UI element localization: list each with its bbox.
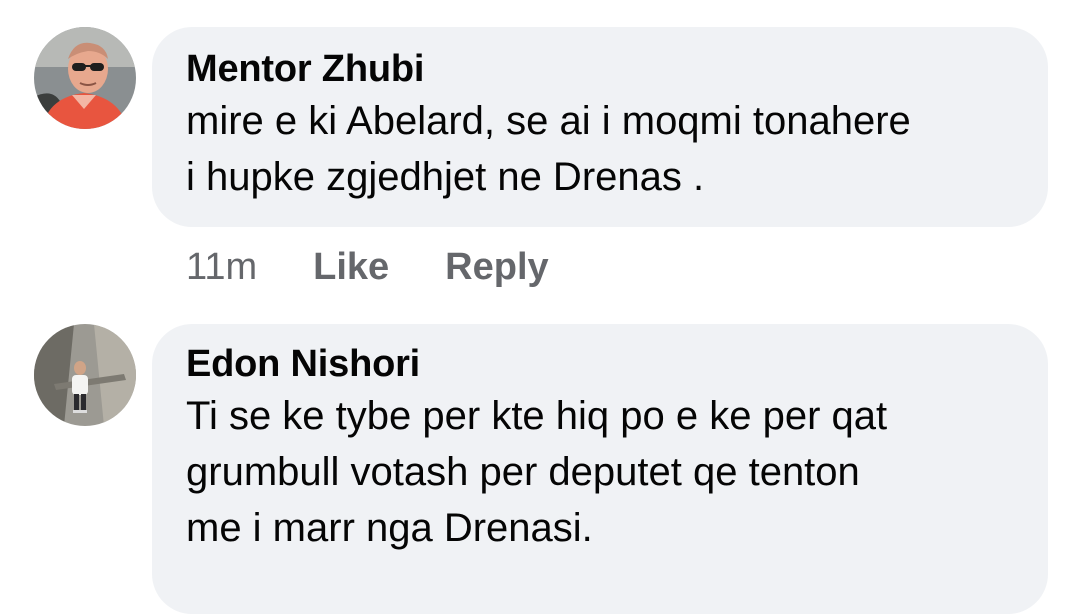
comment-text: Ti se ke tybe per kte hiq po e ke per qa… xyxy=(186,394,888,550)
like-button[interactable]: Like xyxy=(313,246,389,289)
avatar-photo xyxy=(34,27,136,129)
comment-bubble: Edon Nishori Ti se ke tybe per kte hiq p… xyxy=(152,324,1048,614)
comment-text: mire e ki Abelard, se ai i moqmi tonaher… xyxy=(186,99,911,199)
comment-author[interactable]: Mentor Zhubi xyxy=(186,47,424,91)
avatar[interactable] xyxy=(34,27,136,129)
avatar[interactable] xyxy=(34,324,136,426)
avatar-photo xyxy=(34,324,136,426)
comment-author[interactable]: Edon Nishori xyxy=(186,342,420,386)
reply-button[interactable]: Reply xyxy=(445,246,548,289)
comment-bubble: Mentor Zhubi mire e ki Abelard, se ai i … xyxy=(152,27,1048,227)
comment-timestamp[interactable]: 11m xyxy=(186,246,257,289)
comment-actions: 11m Like Reply xyxy=(186,246,549,289)
